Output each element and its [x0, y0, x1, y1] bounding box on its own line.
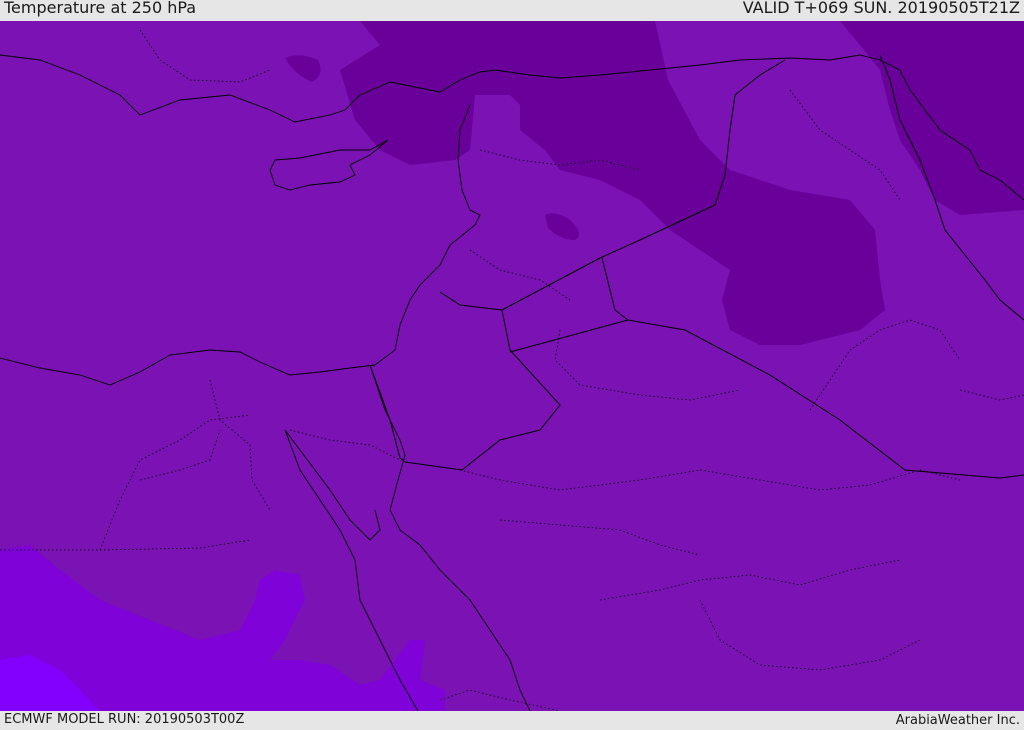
weather-map[interactable] [0, 21, 1024, 712]
model-run: ECMWF MODEL RUN: 20190503T00Z [4, 712, 245, 727]
map-canvas [0, 21, 1024, 712]
map-title: Temperature at 250 hPa [4, 0, 197, 17]
credit-label: ArabiaWeather Inc. [895, 713, 1020, 728]
temperature-field-base [0, 21, 1024, 711]
header-bar: Temperature at 250 hPa VALID T+069 SUN. … [0, 0, 1024, 21]
valid-time: VALID T+069 SUN. 20190505T21Z [742, 0, 1020, 17]
footer-bar: ECMWF MODEL RUN: 20190503T00Z ArabiaWeat… [0, 711, 1024, 729]
